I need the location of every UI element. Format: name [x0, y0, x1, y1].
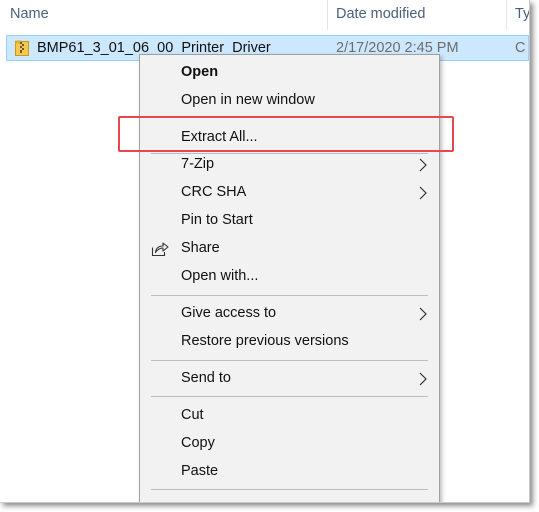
menu-item-cut[interactable]: Cut — [140, 403, 439, 429]
column-header-type[interactable]: Ty — [515, 6, 529, 22]
menu-separator — [151, 295, 428, 296]
column-header-bar: Name Date modified Ty — [0, 0, 529, 30]
menu-item-label: Cut — [181, 407, 204, 423]
menu-item-label: Send to — [181, 370, 231, 386]
menu-item-open-with[interactable]: Open with... — [140, 264, 439, 290]
menu-item-label: Open with... — [181, 268, 259, 284]
menu-item-crc-sha[interactable]: CRC SHA — [140, 180, 439, 206]
zip-folder-icon — [15, 40, 29, 56]
menu-item-pin-to-start[interactable]: Pin to Start — [140, 208, 439, 234]
menu-separator — [151, 360, 428, 361]
menu-item-label: 7-Zip — [181, 156, 215, 172]
menu-item-share[interactable]: Share — [140, 236, 439, 262]
menu-item-open[interactable]: Open — [140, 60, 439, 86]
menu-item-restore-previous-versions[interactable]: Restore previous versions — [140, 329, 439, 355]
share-icon — [151, 242, 169, 257]
menu-item-label: Copy — [181, 435, 215, 451]
menu-item-label: CRC SHA — [181, 184, 247, 200]
chevron-right-icon — [419, 307, 427, 321]
menu-separator — [151, 396, 428, 397]
chevron-right-icon — [419, 372, 427, 386]
menu-item-paste[interactable]: Paste — [140, 459, 439, 485]
file-type: C — [515, 40, 526, 56]
column-header-name[interactable]: Name — [10, 6, 49, 22]
menu-item-label: Open in new window — [181, 92, 315, 108]
menu-item-label: Open — [181, 64, 219, 80]
menu-item-copy[interactable]: Copy — [140, 431, 439, 457]
chevron-right-icon — [419, 186, 427, 200]
column-header-date-modified[interactable]: Date modified — [336, 6, 425, 22]
menu-item-label: Paste — [181, 463, 219, 479]
menu-separator — [151, 489, 428, 490]
column-divider[interactable] — [327, 0, 328, 30]
column-divider[interactable] — [506, 0, 507, 30]
extract-all-highlight-box — [118, 116, 454, 152]
menu-item-open-new-window[interactable]: Open in new window — [140, 88, 439, 114]
chevron-right-icon — [419, 158, 427, 172]
menu-item-label: Share — [181, 240, 220, 256]
sort-caret-icon — [158, 0, 167, 3]
menu-item-send-to[interactable]: Send to — [140, 366, 439, 392]
explorer-window: Name Date modified Ty BMP61_3_01_06_00_P… — [0, 0, 530, 503]
menu-item-7zip[interactable]: 7-Zip — [140, 152, 439, 178]
menu-item-give-access[interactable]: Give access to — [140, 301, 439, 327]
menu-item-label: Restore previous versions — [181, 333, 349, 349]
menu-item-label: Give access to — [181, 305, 277, 321]
menu-item-label: Pin to Start — [181, 212, 253, 228]
